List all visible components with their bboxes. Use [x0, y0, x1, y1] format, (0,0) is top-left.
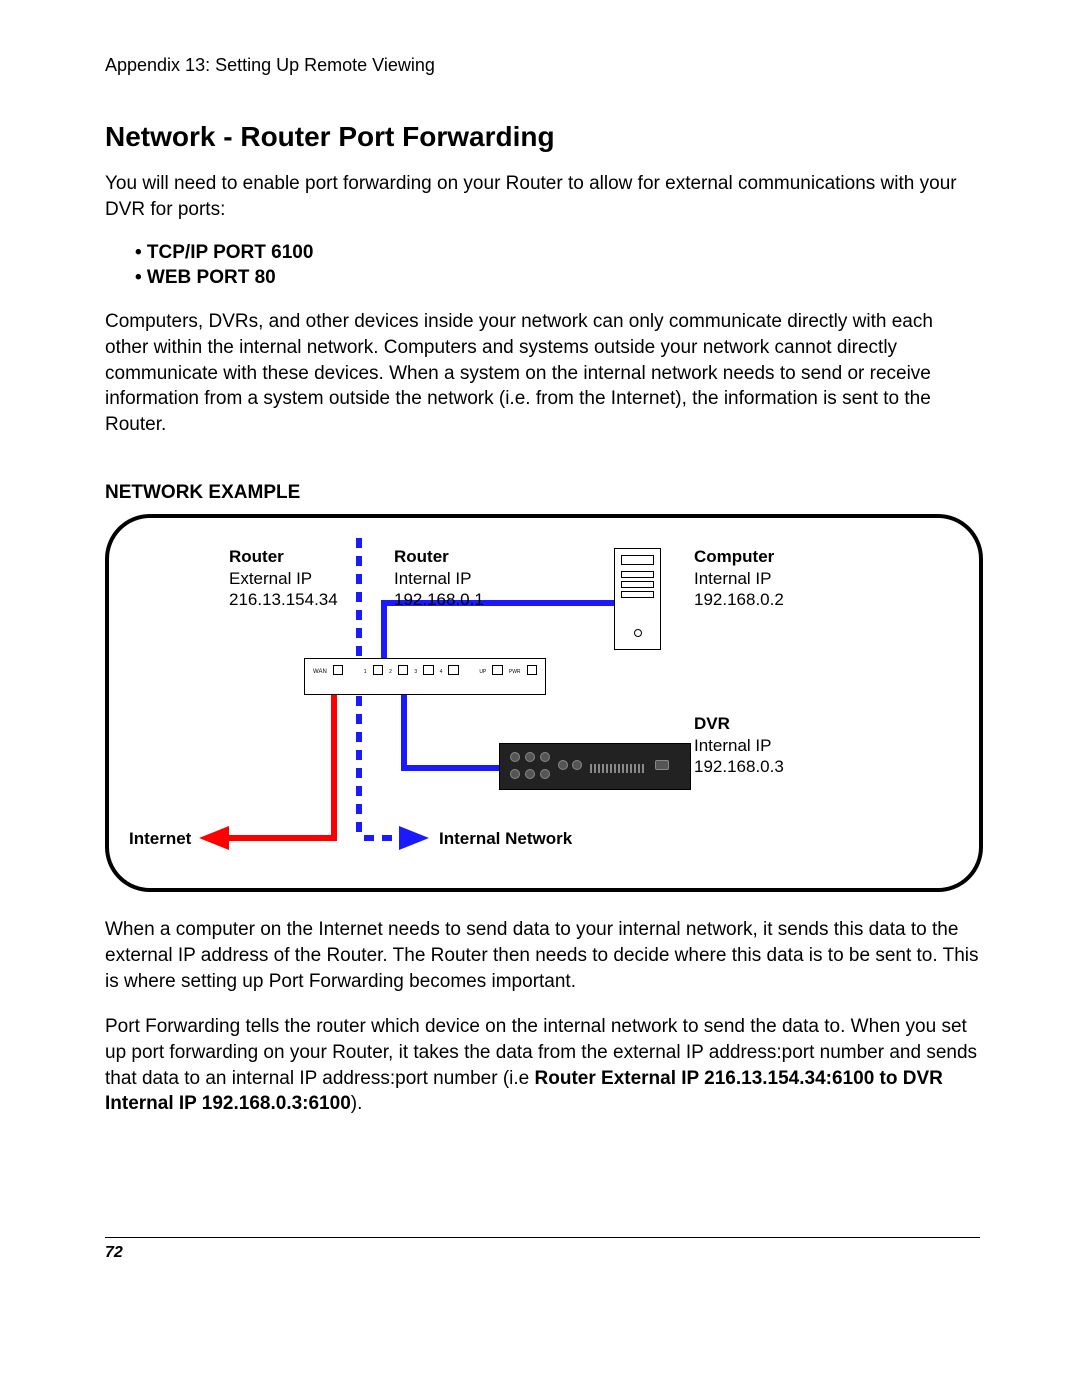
internet-label: Internet [129, 828, 191, 849]
appendix-header: Appendix 13: Setting Up Remote Viewing [105, 55, 980, 76]
tcpip-port: • TCP/IP PORT 6100 [135, 242, 980, 264]
computer-label: Computer Internal IP 192.168.0.2 [694, 546, 784, 610]
computer-icon [614, 548, 661, 650]
dvr-icon [499, 743, 691, 790]
port-list: • TCP/IP PORT 6100 • WEB PORT 80 [135, 242, 980, 289]
para-external-ip: When a computer on the Internet needs to… [105, 917, 980, 994]
internal-network-label: Internal Network [439, 828, 572, 849]
network-paragraph: Computers, DVRs, and other devices insid… [105, 309, 980, 437]
network-example-label: NETWORK EXAMPLE [105, 482, 980, 504]
network-diagram: Router External IP 216.13.154.34 Router … [105, 514, 983, 892]
router-external-label: Router External IP 216.13.154.34 [229, 546, 338, 610]
intro-paragraph: You will need to enable port forwarding … [105, 171, 980, 222]
dvr-label: DVR Internal IP 192.168.0.3 [694, 713, 784, 777]
para-port-forwarding: Port Forwarding tells the router which d… [105, 1014, 980, 1117]
footer-rule: 72 [105, 1237, 980, 1262]
router-internal-label: Router Internal IP 192.168.0.1 [394, 546, 484, 610]
page-number: 72 [105, 1244, 123, 1261]
router-device-icon: WAN 1 2 3 4 UP PWR [304, 658, 546, 695]
web-port: • WEB PORT 80 [135, 267, 980, 289]
page-title: Network - Router Port Forwarding [105, 121, 980, 153]
